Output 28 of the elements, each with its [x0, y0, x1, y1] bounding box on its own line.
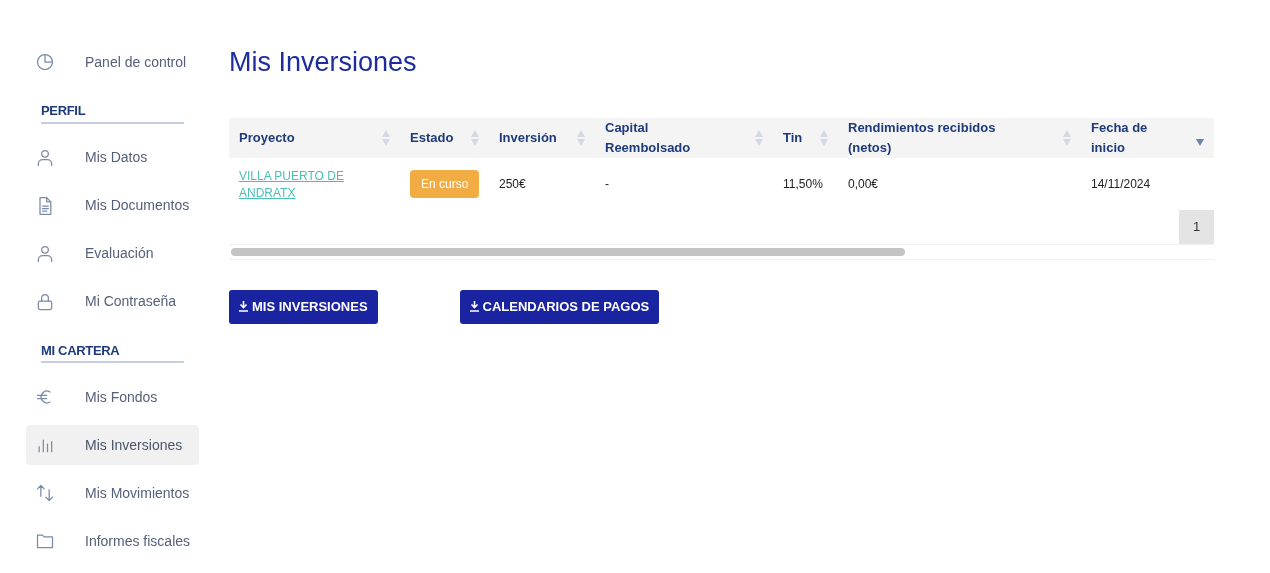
user-icon [35, 243, 55, 264]
column-header: Estado [410, 128, 454, 147]
horizontal-scrollbar[interactable] [229, 243, 1214, 260]
sidebar-item[interactable]: Mis Inversiones [26, 425, 199, 465]
section-heading: PERFIL [41, 90, 184, 124]
download-button[interactable]: CALENDARIOS DE PAGOS [459, 289, 660, 324]
column-header: Inversión [499, 128, 557, 147]
page-button[interactable]: 1 [1179, 209, 1214, 244]
column-header: Tin [783, 128, 803, 147]
status-badge: En curso [410, 169, 480, 198]
user-icon [35, 147, 55, 168]
section-heading: MI CARTERA [41, 329, 184, 363]
table-cell-text: 14/11/2024 [1091, 175, 1151, 193]
download-icon [469, 301, 479, 312]
table-cell-text: 250€ [499, 175, 526, 193]
table-cell-text: - [605, 175, 609, 193]
table-cell-text: 11,50% [783, 175, 823, 193]
column-header: Proyecto [239, 128, 295, 147]
lock-icon [35, 291, 55, 312]
column-header: Fecha de inicio [1091, 118, 1149, 157]
download-button[interactable]: MIS INVERSIONES [229, 289, 378, 324]
table-cell-text: 0,00€ [848, 175, 879, 193]
page-title: Mis Inversiones [229, 46, 418, 79]
pie-chart-icon [35, 52, 55, 72]
column-header: Capital Reembolsado [605, 118, 692, 157]
download-icon [239, 301, 248, 312]
up-down-arrows-icon [35, 483, 55, 503]
column-header: Rendimientos recibidos (netos) [848, 118, 997, 157]
